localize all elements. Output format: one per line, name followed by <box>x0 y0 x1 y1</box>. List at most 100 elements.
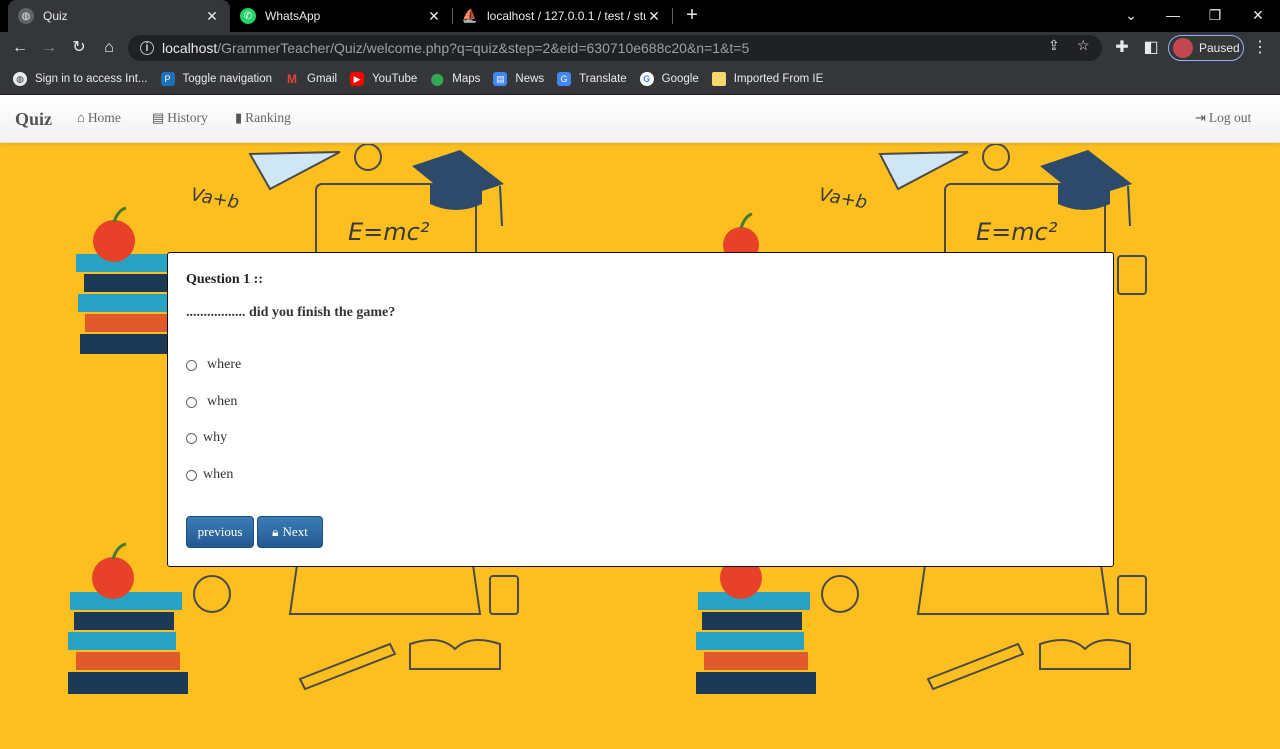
site-navbar: Quiz ⌂ Home ▤ History ▮ Ranking ⇥ Log out <box>0 95 1280 143</box>
question-text: ................. did you finish the gam… <box>186 305 396 320</box>
site-info-icon[interactable]: i <box>140 41 154 55</box>
profile-button[interactable]: Paused <box>1168 35 1244 61</box>
tab-title: localhost / 127.0.0.1 / test / stude <box>487 9 646 23</box>
close-icon[interactable]: ✕ <box>204 8 220 25</box>
bookmark-label: Sign in to access Int... <box>35 73 148 85</box>
minimize-button[interactable]: — <box>1152 0 1194 32</box>
bookmark-label: YouTube <box>372 73 418 85</box>
globe-icon: ◍ <box>13 72 27 86</box>
browser-toolbar: ← → ↻ ⌂ i localhost/GrammerTeacher/Quiz/… <box>0 32 1280 64</box>
next-label: Next <box>282 524 308 539</box>
url-host: localhost <box>162 40 218 56</box>
list-icon: ▤ <box>152 110 165 125</box>
close-window-button[interactable]: ✕ <box>1237 0 1279 32</box>
graduation-cap-icon <box>1040 150 1132 227</box>
nav-label: Ranking <box>245 110 291 125</box>
equation-text: E=mc² <box>348 218 430 246</box>
bookmark-sign-in[interactable]: ◍ Sign in to access Int... <box>13 72 148 86</box>
bookmark-google[interactable]: G Google <box>639 72 699 86</box>
question-card: Question 1 :: ................. did you … <box>167 252 1114 567</box>
nav-ranking[interactable]: ▮ Ranking <box>235 110 291 126</box>
option-label: where <box>207 357 242 372</box>
bookmark-gmail[interactable]: M Gmail <box>285 72 337 86</box>
logout-label: Log out <box>1208 110 1252 125</box>
tab-title: Quiz <box>43 9 68 23</box>
brand-logo[interactable]: Quiz <box>15 109 52 130</box>
bookmarks-bar: ◍ Sign in to access Int... P Toggle naviga… <box>0 64 1280 95</box>
bookmark-label: Google <box>661 73 699 85</box>
answer-option[interactable]: when <box>186 467 233 483</box>
option-label: when <box>203 467 234 482</box>
tab-strip: ◍ Quiz ✕ ✆ WhatsApp ✕ ⛵ localhost / 127.… <box>0 0 1280 32</box>
gmail-icon: M <box>287 72 298 86</box>
address-bar[interactable]: i localhost/GrammerTeacher/Quiz/welcome.… <box>128 35 1102 61</box>
folder-icon <box>711 72 726 86</box>
radio-button[interactable] <box>186 359 197 371</box>
close-icon[interactable]: ✕ <box>646 8 662 25</box>
option-label: why <box>203 430 228 445</box>
paypal-icon: P <box>160 72 175 86</box>
answer-option[interactable]: when <box>186 394 237 410</box>
nav-history[interactable]: ▤ History <box>152 110 208 126</box>
next-button[interactable]: 🔒︎ Next <box>257 516 323 548</box>
option-label: when <box>207 394 238 409</box>
extensions-icon[interactable]: ✚ <box>1110 36 1134 60</box>
bookmark-translate[interactable]: G Translate <box>557 72 627 86</box>
bookmark-label: Translate <box>579 73 627 85</box>
maps-icon: ⬤ <box>430 72 444 86</box>
previous-button[interactable]: previous <box>186 516 254 548</box>
formula-text: Va+b <box>189 184 241 213</box>
phpmyadmin-icon: ⛵ <box>461 8 479 23</box>
tab-phpmyadmin[interactable]: ⛵ localhost / 127.0.0.1 / test / stude ✕ <box>452 0 672 32</box>
radio-button[interactable] <box>186 469 197 481</box>
translate-icon: G <box>557 72 572 86</box>
logout-icon: ⇥ <box>1195 110 1206 125</box>
home-icon: ⌂ <box>77 110 85 125</box>
tab-whatsapp[interactable]: ✆ WhatsApp ✕ <box>230 0 452 32</box>
bookmark-label: Gmail <box>307 73 338 85</box>
bookmark-news[interactable]: ▤ News <box>493 72 544 86</box>
reload-button[interactable]: ↻ <box>67 36 91 60</box>
bookmark-label: Toggle navigation <box>182 73 273 85</box>
globe-icon: ◍ <box>18 8 34 24</box>
radio-button[interactable] <box>186 432 197 444</box>
news-icon: ▤ <box>493 72 508 86</box>
close-icon[interactable]: ✕ <box>426 8 442 25</box>
bookmark-maps[interactable]: ⬤ Maps <box>430 72 481 86</box>
tab-quiz[interactable]: ◍ Quiz ✕ <box>8 0 230 32</box>
avatar <box>1173 38 1193 58</box>
home-button[interactable]: ⌂ <box>97 36 121 60</box>
graduation-cap-icon <box>412 150 504 227</box>
nav-label: Home <box>87 110 121 125</box>
profile-status: Paused <box>1199 41 1240 55</box>
question-number: Question 1 :: <box>186 272 263 287</box>
side-panel-icon[interactable]: ◧ <box>1139 36 1163 60</box>
youtube-icon: ▶ <box>350 72 365 86</box>
answer-option[interactable]: why <box>186 430 227 446</box>
url-path: /GrammerTeacher/Quiz/welcome.php?q=quiz&… <box>217 40 750 56</box>
bookmark-label: Imported From IE <box>733 73 824 85</box>
tab-search-icon[interactable]: ⌄ <box>1110 0 1152 32</box>
back-button[interactable]: ← <box>8 36 32 60</box>
equation-text: E=mc² <box>976 218 1058 246</box>
formula-text: Va+b <box>817 184 869 213</box>
radio-button[interactable] <box>186 396 197 408</box>
bookmark-label: News <box>515 73 545 85</box>
logout-link[interactable]: ⇥ Log out <box>1195 110 1251 126</box>
nav-home[interactable]: ⌂ Home <box>77 110 121 126</box>
whatsapp-icon: ✆ <box>240 8 256 24</box>
share-icon[interactable]: ⇪ <box>1048 37 1060 54</box>
tab-title: WhatsApp <box>265 9 321 23</box>
bookmark-toggle-navigation[interactable]: P Toggle navigation <box>160 72 273 86</box>
bar-chart-icon: ▮ <box>235 110 243 125</box>
tab-separator <box>672 8 673 24</box>
restore-button[interactable]: ❐ <box>1194 0 1236 32</box>
answer-option[interactable]: where <box>186 357 241 373</box>
new-tab-button[interactable]: + <box>680 4 704 28</box>
bookmark-star-icon[interactable]: ☆ <box>1077 37 1090 54</box>
bookmark-imported-from-ie[interactable]: Imported From IE <box>711 72 824 86</box>
forward-button[interactable]: → <box>37 36 61 60</box>
menu-icon[interactable]: ⋮ <box>1248 36 1272 60</box>
bookmark-label: Maps <box>452 73 481 85</box>
bookmark-youtube[interactable]: ▶ YouTube <box>350 72 417 86</box>
